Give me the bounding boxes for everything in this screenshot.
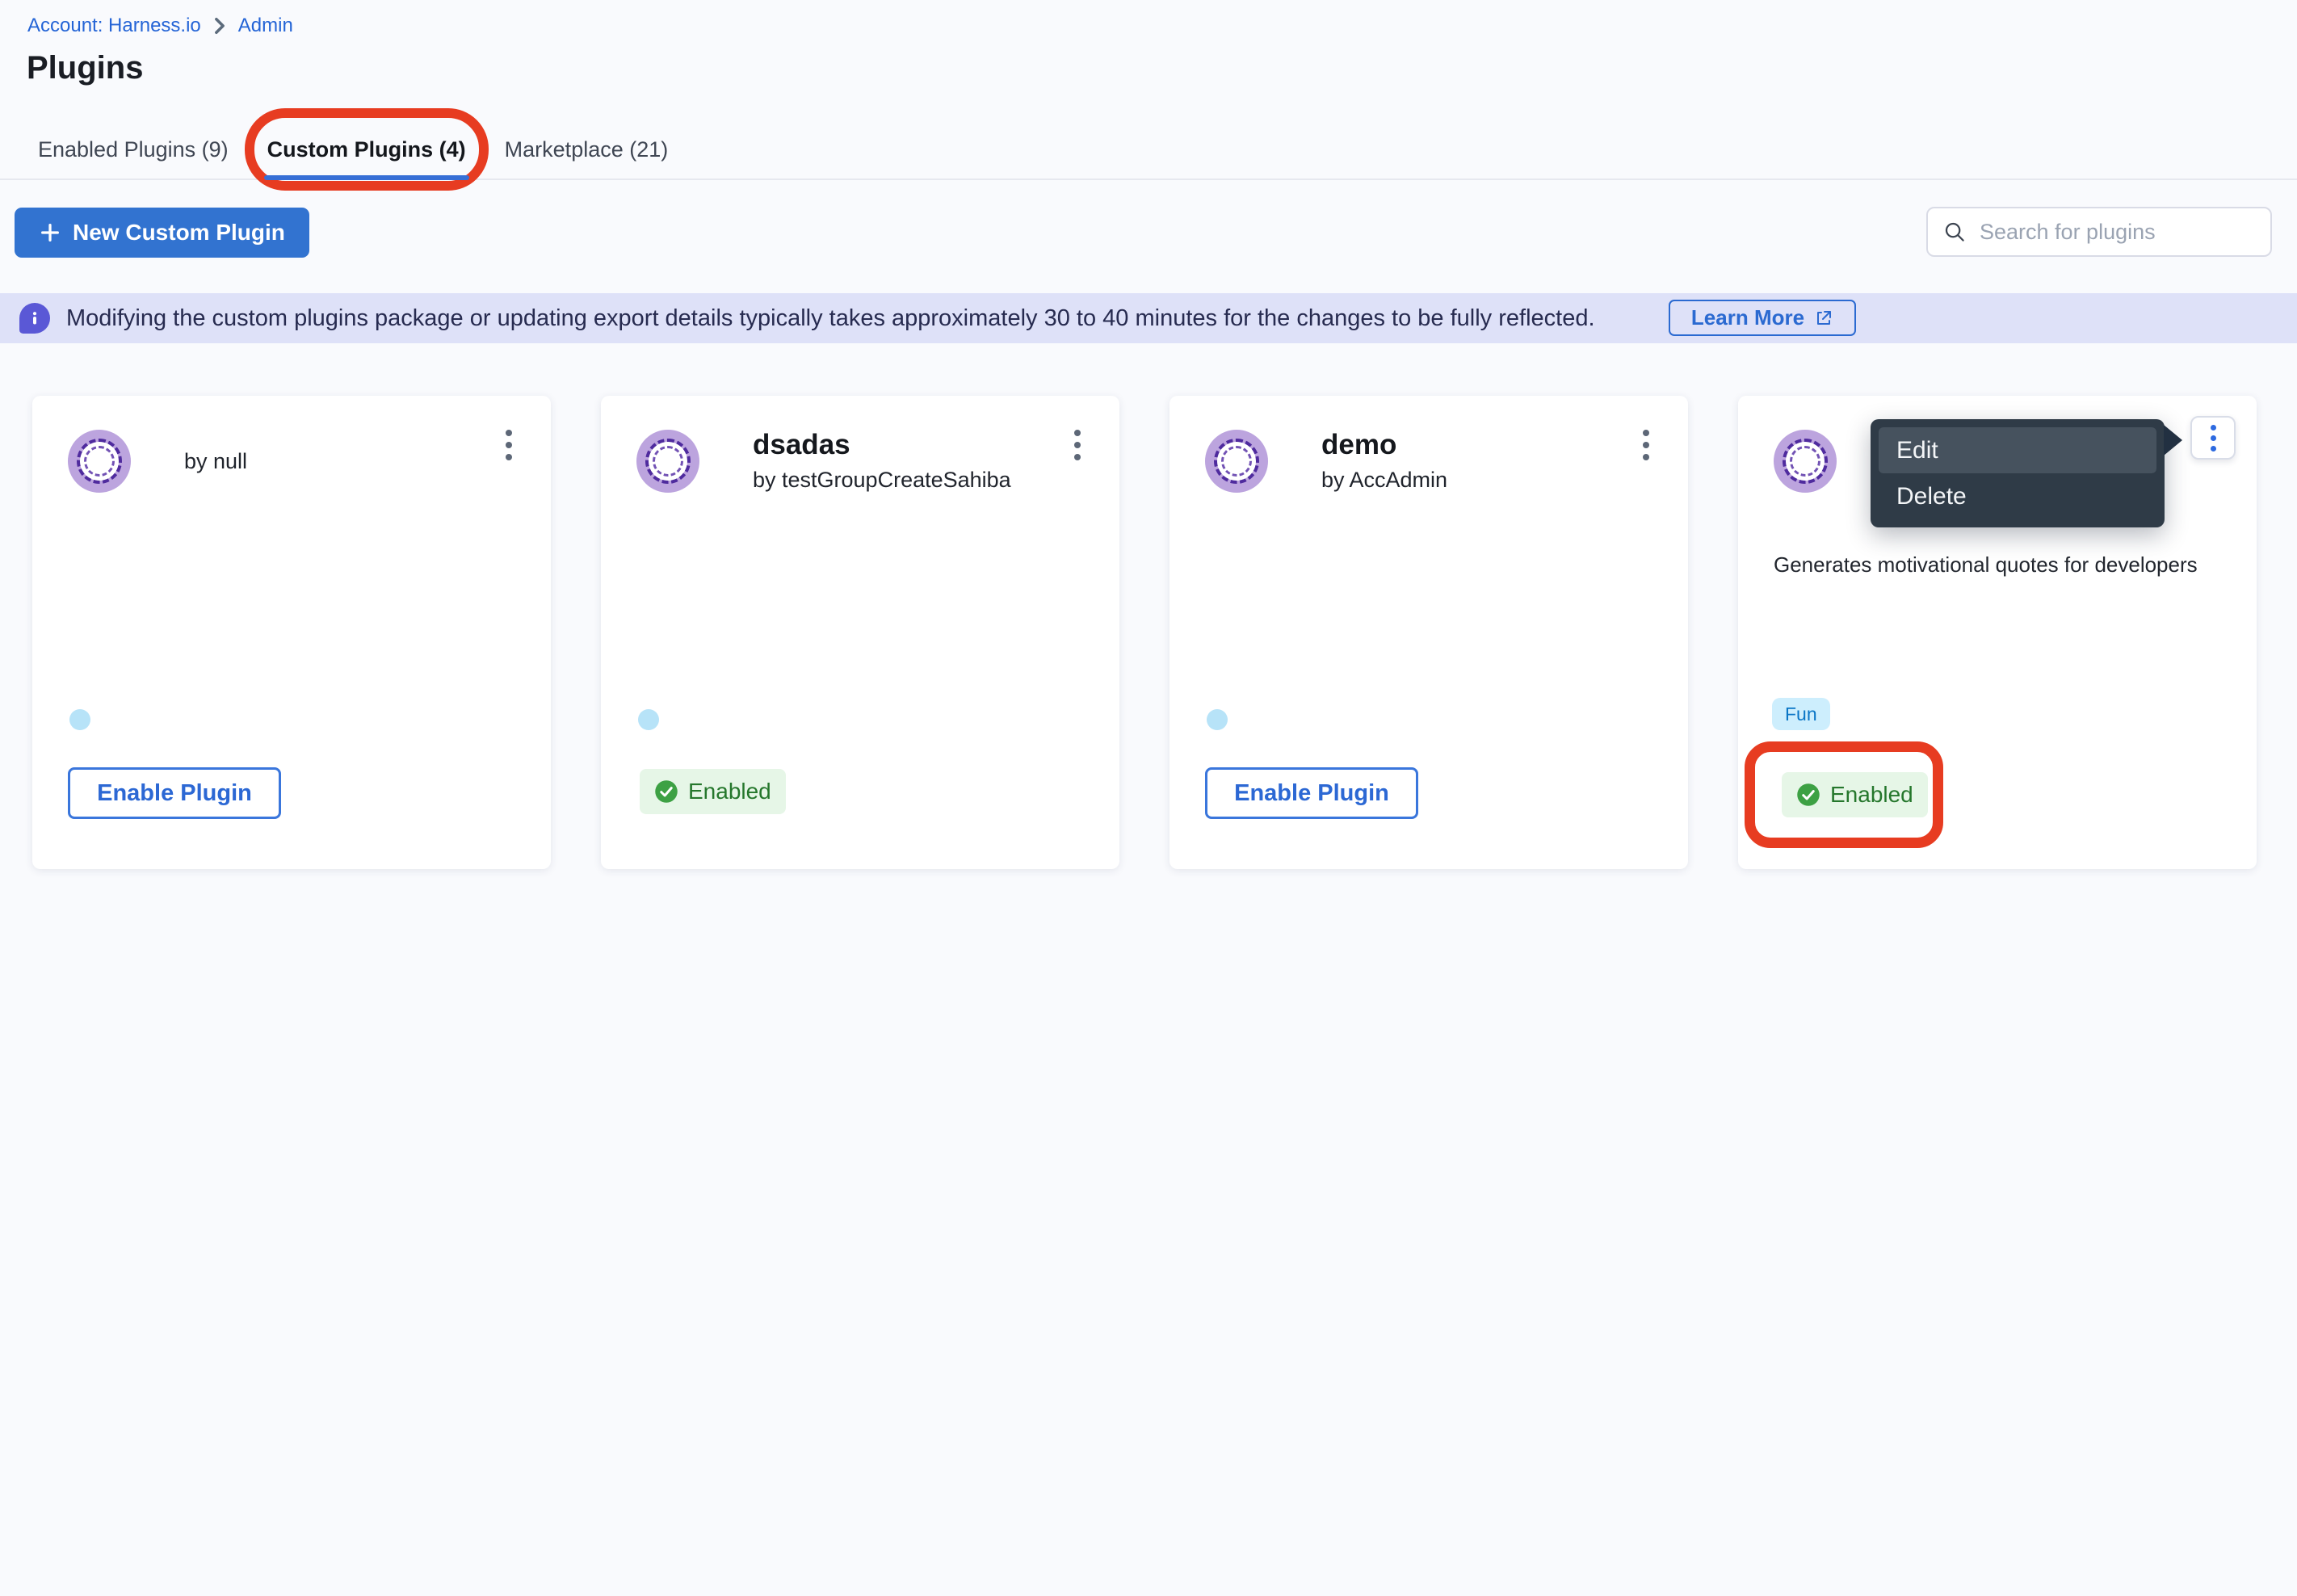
plugin-card: by null Enable Plugin (32, 396, 551, 869)
kebab-menu-icon[interactable] (1640, 426, 1652, 464)
card-header: by null (68, 430, 462, 493)
category-dot (1207, 709, 1228, 730)
context-menu: Edit Delete (1871, 419, 2165, 527)
status-badge: Enabled (640, 769, 786, 814)
info-icon (19, 303, 50, 334)
breadcrumb-admin-link[interactable]: Admin (238, 15, 293, 37)
menu-item-delete[interactable]: Delete (1879, 473, 2156, 519)
new-custom-plugin-button[interactable]: New Custom Plugin (15, 208, 309, 258)
menu-pointer-arrow (2164, 425, 2182, 456)
tab-bar: Enabled Plugins (9) Custom Plugins (4) M… (0, 121, 2297, 180)
tab-marketplace[interactable]: Marketplace (21) (505, 121, 669, 178)
status-badge-label: Enabled (688, 779, 771, 804)
plugin-logo-icon (636, 430, 699, 493)
enable-plugin-button[interactable]: Enable Plugin (1205, 767, 1418, 819)
kebab-menu-icon[interactable] (1071, 426, 1084, 464)
info-banner: Modifying the custom plugins package or … (0, 293, 2297, 343)
plugin-card: demo by AccAdmin Enable Plugin (1169, 396, 1688, 869)
card-header: demo by AccAdmin (1205, 430, 1599, 493)
learn-more-button[interactable]: Learn More (1669, 300, 1856, 336)
search-icon (1942, 220, 1967, 244)
category-dot (69, 709, 90, 730)
plugin-byline: by null (184, 449, 247, 474)
plugin-byline: by testGroupCreateSahiba (753, 468, 1011, 493)
category-dot (638, 709, 659, 730)
plus-icon (39, 221, 61, 244)
status-badge: Enabled (1782, 772, 1928, 817)
plugin-description: Generates motivational quotes for develo… (1774, 551, 2226, 579)
plugin-logo-icon (68, 430, 131, 493)
plugin-logo-icon (1205, 430, 1268, 493)
search-input[interactable] (1978, 219, 2256, 246)
plugin-card: dsadas by testGroupCreateSahiba Enabled (601, 396, 1119, 869)
new-custom-plugin-label: New Custom Plugin (73, 220, 285, 246)
page-title: Plugins (27, 50, 143, 86)
kebab-menu-icon-active[interactable] (2190, 416, 2236, 460)
tag-badge: Fun (1772, 698, 1830, 730)
plugin-name: dsadas (753, 430, 1011, 461)
learn-more-label: Learn More (1691, 305, 1804, 330)
search-box (1926, 207, 2272, 257)
banner-text: Modifying the custom plugins package or … (66, 305, 1595, 332)
tab-enabled-plugins[interactable]: Enabled Plugins (9) (38, 121, 229, 178)
plugin-name: demo (1321, 430, 1447, 461)
breadcrumb-account-link[interactable]: Account: Harness.io (27, 15, 201, 37)
enable-plugin-button[interactable]: Enable Plugin (68, 767, 281, 819)
status-badge-label: Enabled (1830, 782, 1913, 808)
chevron-right-icon (212, 17, 227, 35)
kebab-menu-icon[interactable] (502, 426, 515, 464)
check-circle-icon (1796, 783, 1820, 807)
external-link-icon (1814, 309, 1833, 328)
menu-item-edit[interactable]: Edit (1879, 427, 2156, 473)
tab-custom-plugins[interactable]: Custom Plugins (4) (267, 121, 466, 178)
breadcrumb: Account: Harness.io Admin (27, 15, 293, 37)
plugin-logo-icon (1774, 430, 1837, 493)
check-circle-icon (654, 779, 678, 804)
card-header: dsadas by testGroupCreateSahiba (636, 430, 1031, 493)
plugin-byline: by AccAdmin (1321, 468, 1447, 493)
